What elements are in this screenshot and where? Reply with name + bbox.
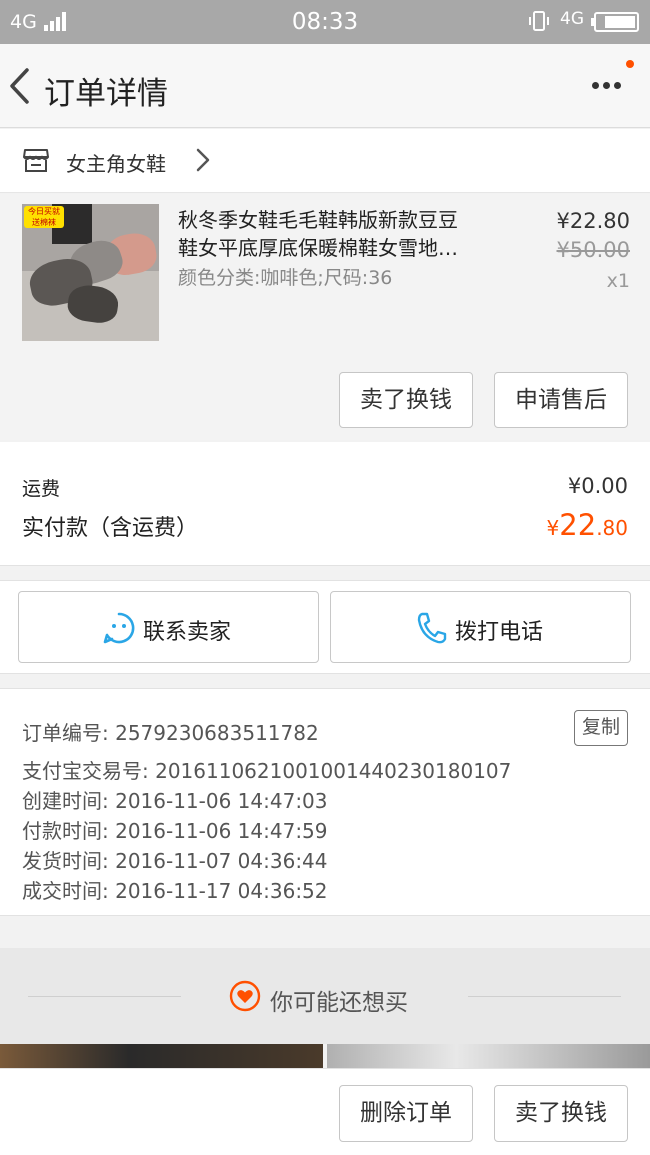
contact-seller-button[interactable]: 联系卖家 bbox=[18, 591, 319, 663]
shipping-label: 运费 bbox=[22, 478, 61, 500]
shipping-value: ¥0.00 bbox=[567, 474, 628, 498]
phone-icon bbox=[417, 612, 447, 644]
order-info-section: 订单编号: 2579230683511782 复制 支付宝交易号: 201611… bbox=[0, 688, 650, 916]
chevron-right-icon bbox=[196, 148, 210, 172]
promo-badge: 今日买就 送棉袜 bbox=[24, 206, 64, 228]
notification-dot bbox=[626, 60, 634, 68]
heart-icon bbox=[229, 980, 261, 1012]
product-original-price: ¥50.00 bbox=[556, 238, 630, 262]
store-icon bbox=[23, 149, 49, 172]
battery-icon bbox=[591, 12, 639, 32]
bottom-action-bar: 删除订单 卖了换钱 bbox=[0, 1068, 650, 1155]
recommend-item-image[interactable] bbox=[327, 1044, 650, 1070]
request-after-sales-button[interactable]: 申请售后 bbox=[494, 372, 628, 428]
total-value: ¥22.80 bbox=[546, 508, 628, 542]
nav-bar: 订单详情 bbox=[0, 44, 650, 128]
call-label: 拨打电话 bbox=[455, 620, 544, 645]
sell-for-cash-button[interactable]: 卖了换钱 bbox=[339, 372, 473, 428]
clock: 08:33 bbox=[291, 9, 359, 35]
network-type-right: 4G bbox=[560, 9, 584, 29]
divider bbox=[28, 996, 181, 997]
recommend-list bbox=[0, 1044, 650, 1070]
cost-section: 运费 ¥0.00 实付款（含运费） ¥22.80 bbox=[0, 442, 650, 566]
product-quantity: x1 bbox=[606, 270, 630, 292]
more-dots-icon[interactable] bbox=[590, 78, 624, 94]
shipped-time: 发货时间: 2016-11-07 04:36:44 bbox=[22, 849, 328, 873]
recommend-item-image[interactable] bbox=[0, 1044, 323, 1070]
delete-order-button[interactable]: 删除订单 bbox=[339, 1085, 473, 1142]
copy-button[interactable]: 复制 bbox=[574, 710, 628, 746]
battery-level bbox=[605, 16, 635, 28]
divider bbox=[468, 996, 621, 997]
product-image[interactable]: 今日买就 送棉袜 bbox=[22, 204, 159, 341]
product-title[interactable]: 秋冬季女鞋毛毛鞋韩版新款豆豆 鞋女平底厚底保暖棉鞋女雪地… bbox=[178, 206, 498, 262]
status-bar: 4G 08:33 4G bbox=[0, 0, 650, 44]
recommend-title: 你可能还想买 bbox=[270, 990, 408, 1016]
vibrate-icon bbox=[529, 11, 549, 31]
call-button[interactable]: 拨打电话 bbox=[330, 591, 631, 663]
product-price: ¥22.80 bbox=[556, 209, 630, 233]
contact-seller-label: 联系卖家 bbox=[143, 620, 232, 645]
contact-section: 联系卖家 拨打电话 bbox=[0, 580, 650, 674]
product-card[interactable]: 今日买就 送棉袜 秋冬季女鞋毛毛鞋韩版新款豆豆 鞋女平底厚底保暖棉鞋女雪地… 颜… bbox=[0, 194, 650, 440]
alipay-number: 支付宝交易号: 2016110621001001440230180107 bbox=[22, 759, 512, 783]
order-number: 订单编号: 2579230683511782 bbox=[22, 721, 319, 745]
page-title: 订单详情 bbox=[44, 76, 168, 112]
chat-face-icon bbox=[103, 612, 135, 644]
sell-for-cash-button-bottom[interactable]: 卖了换钱 bbox=[494, 1085, 628, 1142]
completed-time: 成交时间: 2016-11-17 04:36:52 bbox=[22, 879, 328, 903]
shop-name: 女主角女鞋 bbox=[66, 152, 166, 176]
product-variant: 颜色分类:咖啡色;尺码:36 bbox=[178, 267, 393, 289]
recommend-header: 你可能还想买 bbox=[0, 948, 650, 1044]
total-label: 实付款（含运费） bbox=[22, 516, 199, 541]
paid-time: 付款时间: 2016-11-06 14:47:59 bbox=[22, 819, 328, 843]
back-chevron-icon[interactable] bbox=[8, 66, 32, 106]
shop-row[interactable]: 女主角女鞋 bbox=[0, 129, 650, 193]
created-time: 创建时间: 2016-11-06 14:47:03 bbox=[22, 789, 328, 813]
